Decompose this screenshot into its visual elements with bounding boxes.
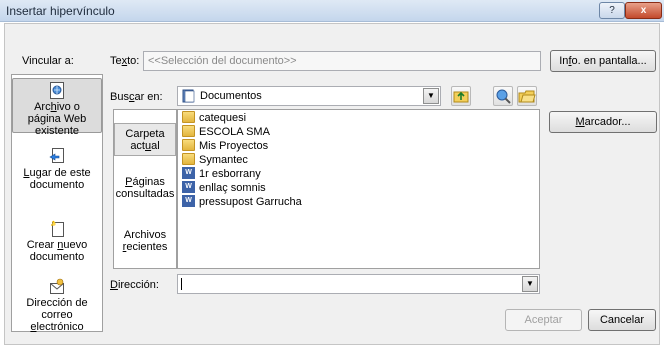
word-document-icon (182, 167, 195, 179)
email-icon (50, 278, 64, 294)
folder-icon (182, 153, 195, 165)
place-in-document-icon (49, 148, 64, 163)
text-label: Texto: (110, 55, 140, 67)
screen-tip-button[interactable]: Info. en pantalla... (550, 50, 656, 72)
look-in-value: Documentos (200, 90, 262, 102)
current-folder-tab[interactable]: Carpeta actual (114, 123, 176, 156)
chevron-down-icon[interactable]: ▼ (522, 276, 538, 292)
word-document-icon (182, 181, 195, 193)
list-item[interactable]: ESCOLA SMA (182, 125, 270, 139)
list-item[interactable]: Symantec (182, 153, 248, 167)
link-to-existing-file[interactable]: Archivo o página Web existente (12, 78, 102, 137)
link-to-email-address[interactable]: Dirección de correo electrónico (12, 275, 102, 333)
documents-folder-icon (182, 89, 195, 103)
folder-icon (182, 125, 195, 137)
places-panel: Carpeta actual Páginas consultadas Archi… (113, 109, 177, 269)
look-in-dropdown[interactable]: Documentos ▼ (177, 86, 441, 106)
close-button[interactable]: x (625, 2, 662, 19)
browse-web-icon[interactable] (493, 86, 513, 106)
link-to-panel: Archivo o página Web existente Lugar de … (11, 74, 103, 333)
folder-icon (182, 139, 195, 151)
link-to-create-new-document[interactable]: Crear nuevo documento (12, 217, 102, 263)
link-to-place-in-document[interactable]: Lugar de este documento (12, 145, 102, 191)
window-title: Insertar hipervínculo (6, 4, 115, 18)
text-to-display-field[interactable]: <<Selección del documento>> (143, 51, 541, 71)
up-one-folder-icon[interactable] (451, 86, 471, 106)
list-item[interactable]: 1r esborrany (182, 167, 261, 181)
link-to-label: Vincular a: (22, 55, 74, 67)
list-item[interactable]: Mis Proyectos (182, 139, 268, 153)
web-page-icon (50, 82, 64, 99)
text-cursor (181, 278, 182, 290)
ok-button[interactable]: Aceptar (505, 309, 582, 331)
list-item[interactable]: pressupost Garrucha (182, 195, 302, 209)
help-button[interactable]: ? (599, 2, 625, 19)
folder-icon (182, 111, 195, 123)
recent-files-tab[interactable]: Archivos recientes (114, 229, 176, 259)
browse-file-icon[interactable] (517, 86, 537, 106)
list-item[interactable]: enllaç somnis (182, 181, 266, 195)
word-document-icon (182, 195, 195, 207)
browsed-pages-tab[interactable]: Páginas consultadas (114, 176, 176, 206)
bookmark-button[interactable]: Marcador... (549, 111, 657, 133)
address-label: Dirección: (110, 279, 159, 291)
look-in-label: Buscar en: (110, 91, 163, 103)
chevron-down-icon[interactable]: ▼ (423, 88, 439, 104)
file-list[interactable]: catequesi ESCOLA SMA Mis Proyectos Syman… (177, 109, 540, 269)
address-field[interactable]: ▼ (177, 274, 540, 294)
new-document-icon (51, 220, 64, 237)
cancel-button[interactable]: Cancelar (588, 309, 656, 331)
title-bar: Insertar hipervínculo ? x (0, 0, 664, 22)
list-item[interactable]: catequesi (182, 111, 246, 125)
